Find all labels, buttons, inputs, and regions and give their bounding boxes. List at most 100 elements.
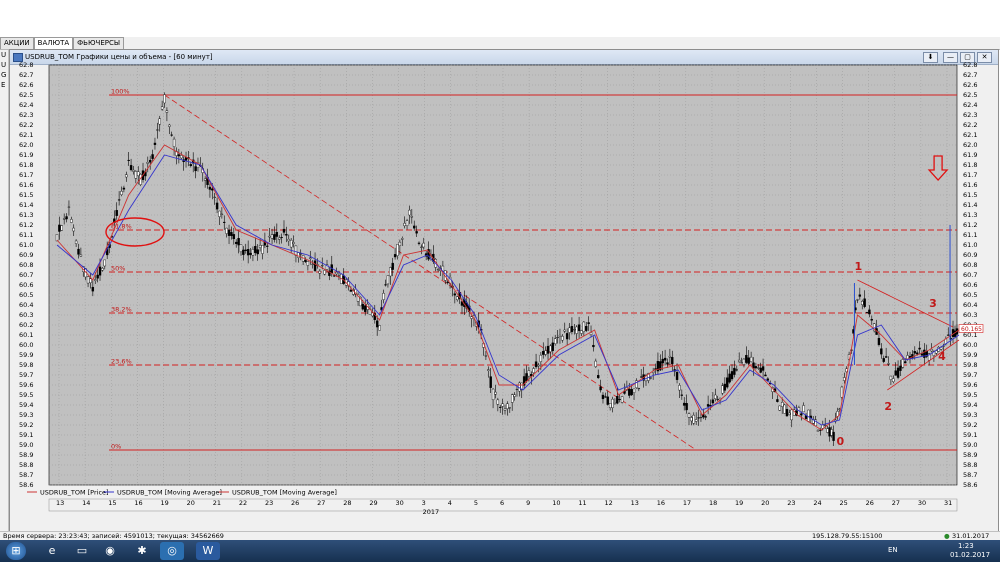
price-candle-body	[420, 246, 423, 248]
price-candle-body	[278, 237, 281, 240]
price-candle-body	[101, 268, 104, 271]
price-candle-body	[742, 358, 746, 365]
price-candle-body	[156, 129, 159, 131]
price-candle-body	[611, 398, 614, 408]
ie-browser-icon[interactable]: e	[40, 542, 64, 560]
quik-terminal-icon[interactable]: ◎	[160, 542, 184, 560]
y-tick-label-left: 58.9	[19, 451, 33, 459]
price-candle-body	[694, 419, 698, 422]
x-tick-label: 16	[657, 499, 665, 507]
price-candle-body	[716, 399, 719, 401]
price-chart[interactable]: 62.8 62.8 62.7 62.7 62.6 62.6 62.5 62.5 62.4 62.4…	[9, 49, 999, 531]
price-candle-body	[282, 228, 286, 233]
y-tick-label-left: 62.0	[19, 141, 33, 149]
x-tick-label: 13	[56, 499, 64, 507]
price-candle-body	[757, 367, 760, 369]
price-candle-body	[723, 383, 727, 391]
price-candle-body	[289, 239, 293, 248]
x-tick-label: 31	[944, 499, 952, 507]
price-candle-body	[396, 244, 399, 256]
tab-currency[interactable]: ВАЛЮТА	[33, 37, 74, 49]
price-candle-body	[599, 386, 602, 391]
price-candle-body	[632, 388, 636, 393]
price-candle-body	[306, 261, 310, 266]
price-candle-body	[896, 367, 900, 378]
price-candle-body	[213, 196, 216, 198]
price-candle-body	[830, 429, 833, 436]
price-candle-body	[332, 275, 336, 277]
tab-stocks[interactable]: АКЦИИ	[0, 37, 34, 49]
price-candle-body	[72, 227, 75, 232]
price-candle-body	[637, 388, 641, 390]
y-tick-label-left: 59.8	[19, 361, 33, 369]
price-candle-body	[489, 376, 492, 388]
price-candle-body	[65, 216, 68, 220]
price-candle-body	[134, 171, 138, 179]
y-tick-label-left: 61.9	[19, 151, 33, 159]
y-tick-label-left: 62.8	[19, 61, 33, 69]
chrome-browser-icon[interactable]: ◉	[98, 542, 122, 560]
y-tick-label-right: 62.1	[963, 131, 977, 139]
y-tick-label-left: 61.5	[19, 191, 33, 199]
y-tick-label-right: 59.2	[963, 421, 977, 429]
y-tick-label-right: 59.1	[963, 431, 977, 439]
price-candle-body	[711, 399, 715, 404]
clock-date[interactable]: 01.02.2017	[950, 551, 990, 559]
y-tick-label-right: 62.2	[963, 121, 977, 129]
x-tick-label: 20	[187, 499, 195, 507]
price-candle-body	[692, 414, 695, 424]
clock-time[interactable]: 1:23	[958, 542, 974, 550]
price-candle-body	[251, 249, 255, 256]
price-candle-body	[158, 118, 161, 125]
price-candle-body	[826, 428, 829, 433]
price-candle-body	[137, 171, 140, 176]
y-tick-label-right: 61.3	[963, 211, 977, 219]
x-tick-label: 22	[239, 499, 247, 507]
y-tick-label-left: 62.1	[19, 131, 33, 139]
price-candle-body	[235, 241, 238, 244]
price-candle-body	[456, 296, 459, 301]
price-candle-body	[913, 351, 916, 354]
price-candle-body	[843, 377, 846, 381]
price-candle-body	[904, 361, 907, 364]
folder-icon[interactable]: ▭	[70, 542, 94, 560]
language-indicator[interactable]: EN	[888, 546, 898, 554]
x-tick-label: 9	[526, 499, 530, 507]
price-candle-body	[568, 327, 571, 333]
price-candle-body	[868, 309, 871, 315]
price-candle-body	[398, 241, 402, 246]
price-candle-body	[103, 259, 106, 267]
y-tick-label-right: 58.7	[963, 471, 977, 479]
price-candle-body	[405, 220, 409, 226]
word-icon[interactable]: W	[196, 542, 220, 560]
price-candle-body	[877, 337, 881, 345]
price-candle-body	[761, 366, 765, 371]
price-candle-body	[287, 238, 290, 242]
price-candle-body	[410, 216, 414, 218]
price-candle-body	[55, 234, 59, 242]
legend-entry: USDRUB_TOM [Price]	[40, 489, 109, 497]
x-tick-label: 5	[474, 499, 478, 507]
price-candle-body	[389, 267, 392, 277]
tab-futures[interactable]: ФЬЮЧЕРСЫ	[73, 37, 125, 49]
price-candle-body	[172, 138, 176, 147]
start-button-icon[interactable]: ⊞	[6, 542, 26, 560]
app-icon[interactable]: ✱	[130, 542, 154, 560]
y-tick-label-left: 61.4	[19, 201, 33, 209]
price-candle-body	[273, 234, 276, 240]
y-tick-label-right: 62.5	[963, 91, 977, 99]
price-candle-body	[382, 293, 385, 300]
price-candle-body	[616, 395, 619, 404]
price-candle-body	[311, 263, 314, 265]
x-tick-label: 6	[500, 499, 504, 507]
y-tick-label-right: 59.5	[963, 391, 977, 399]
price-candle-body	[223, 221, 226, 223]
price-candle-body	[527, 370, 531, 377]
y-tick-label-right: 61.0	[963, 241, 977, 249]
price-candle-body	[754, 366, 758, 369]
price-candle-body	[539, 354, 543, 362]
left-strip-label: U	[1, 51, 7, 59]
price-candle-body	[70, 219, 73, 223]
price-candle-body	[587, 322, 590, 324]
price-candle-body	[525, 373, 528, 382]
